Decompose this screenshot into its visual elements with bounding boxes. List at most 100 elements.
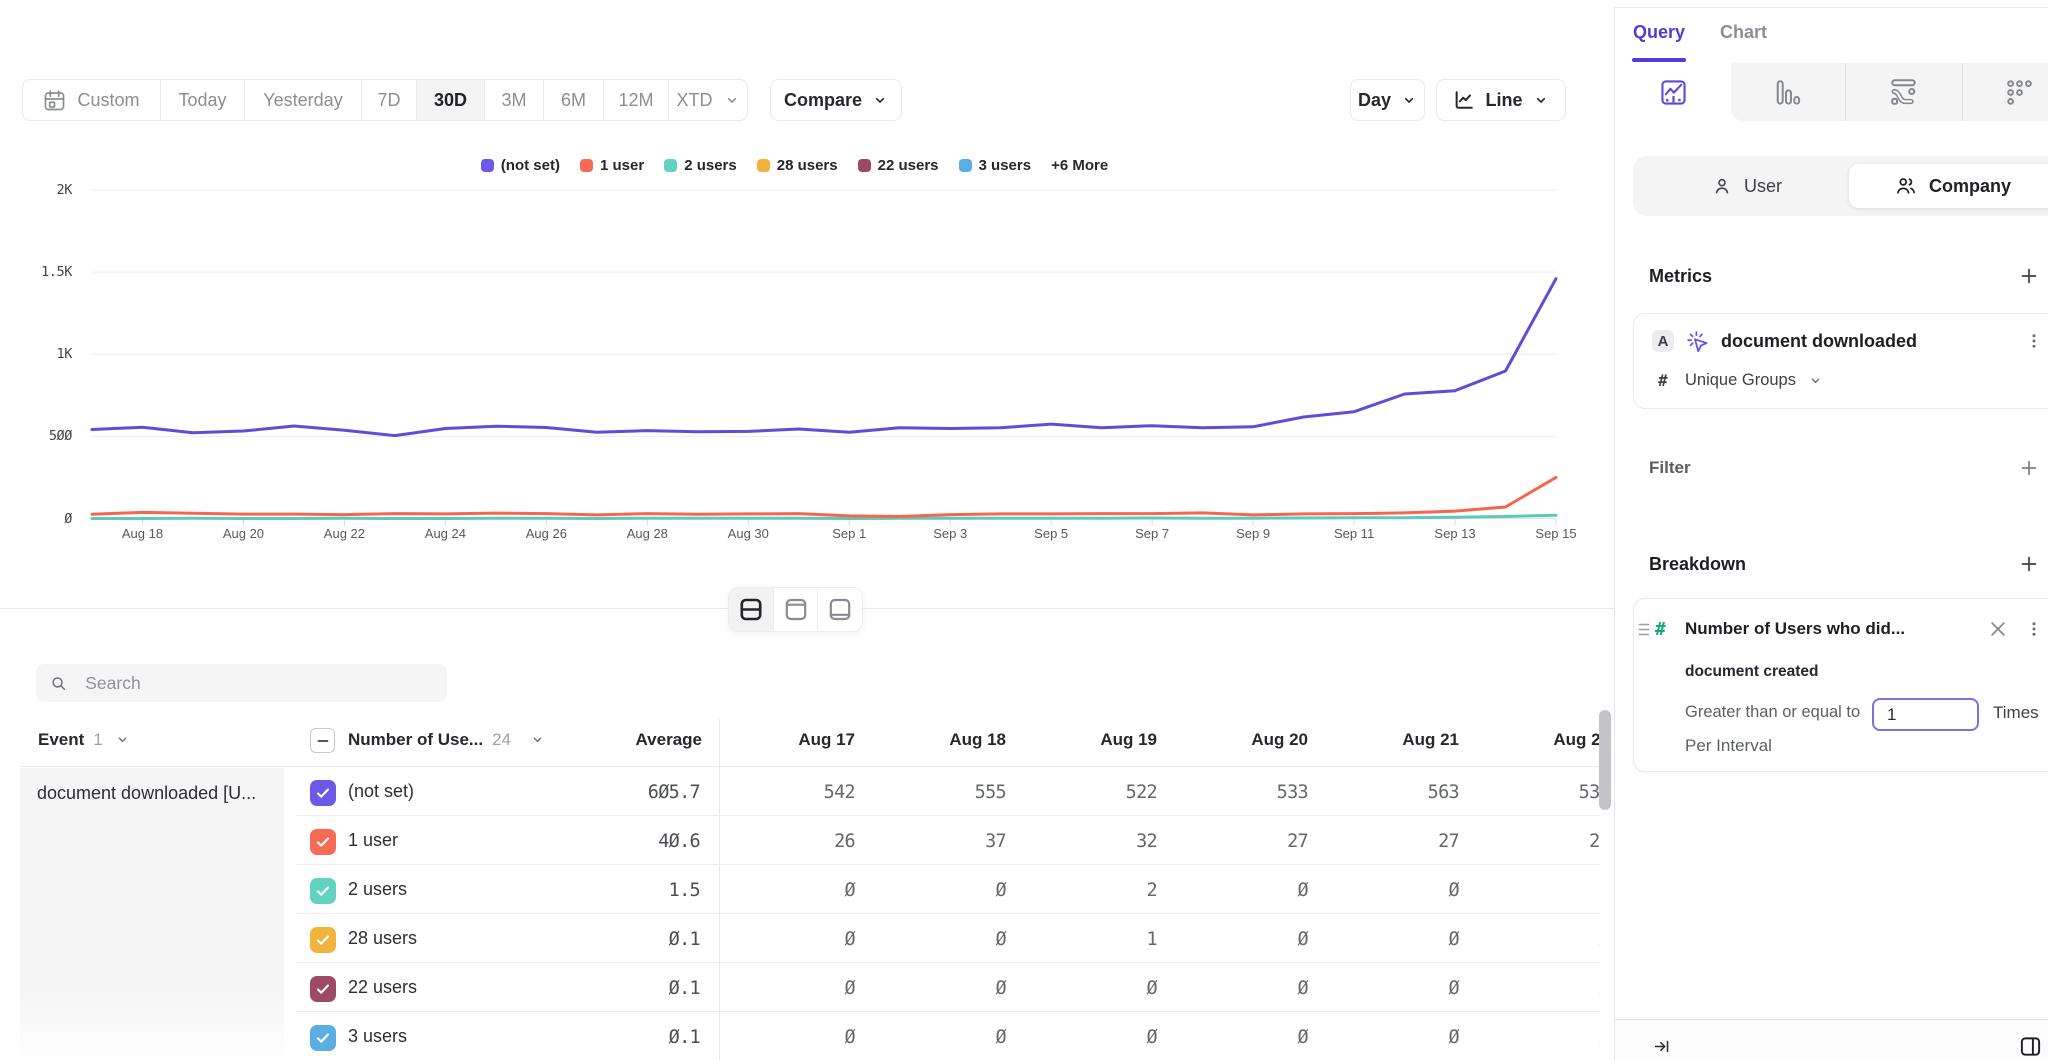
active-tab-underline [1632, 58, 1686, 62]
x-axis-label: Aug 20 [223, 526, 264, 541]
breakdown-table: Event1 Number of Use...24 Average Aug 17… [0, 719, 1600, 1060]
day-value: Ø [1037, 1027, 1157, 1048]
series-checkbox[interactable] [310, 780, 336, 806]
series-checkbox[interactable] [310, 927, 336, 953]
layout-table-only-button[interactable] [818, 588, 862, 631]
day-value: Ø [1490, 978, 1600, 999]
add-breakdown-button[interactable] [2018, 553, 2040, 575]
day-column-header[interactable]: Aug 18 [886, 730, 1006, 750]
day-value: Ø [886, 929, 1006, 950]
day-value: Ø [1339, 929, 1459, 950]
day-value: Ø [1339, 978, 1459, 999]
retention-grid-icon [2007, 80, 2032, 105]
side-panel-icon[interactable] [2019, 1035, 2042, 1058]
table-row: (not set)6Ø5.7542555522533563537 [0, 767, 1600, 816]
series-checkbox[interactable] [310, 878, 336, 904]
day-value: Ø [1188, 929, 1308, 950]
event-count: 1 [93, 730, 102, 749]
times-value-input[interactable] [1872, 698, 1979, 731]
day-value: Ø [1188, 978, 1308, 999]
panel-bottom-bar [1615, 1019, 2048, 1060]
x-axis-label: Sep 11 [1334, 526, 1374, 541]
tab-funnels[interactable] [1731, 63, 1845, 121]
day-value: 32 [1037, 831, 1157, 852]
add-metric-button[interactable] [2018, 265, 2040, 287]
split-view-icon [739, 596, 763, 623]
check-icon [315, 932, 331, 948]
day-value: Ø [735, 880, 855, 901]
series-checkbox[interactable] [310, 1025, 336, 1051]
event-column-header[interactable]: Event1 [38, 730, 130, 750]
tab-chart[interactable]: Chart [1720, 22, 1767, 43]
day-column-header[interactable]: Aug 19 [1037, 730, 1157, 750]
search-bar [36, 664, 447, 702]
day-value: 1 [1490, 880, 1600, 901]
breakdown-event-name: document created [1685, 663, 1819, 681]
day-value: Ø [1339, 880, 1459, 901]
breakdown-column-header[interactable]: Number of Use...24 [348, 730, 545, 750]
tab-flows[interactable] [1845, 63, 1962, 121]
line-chart[interactable] [0, 0, 1614, 560]
day-value: Ø [735, 978, 855, 999]
day-value: Ø [1490, 1027, 1600, 1048]
x-axis-label: Aug 24 [425, 526, 466, 541]
day-value: 537 [1490, 782, 1600, 803]
day-column-header[interactable]: Aug 21 [1339, 730, 1459, 750]
kebab-menu-icon[interactable] [2025, 332, 2043, 350]
day-column-header[interactable]: Aug 22 [1490, 730, 1600, 750]
close-icon[interactable] [1988, 619, 2008, 639]
series-checkbox[interactable] [310, 976, 336, 1002]
scope-user-button[interactable]: User [1712, 156, 1782, 216]
search-input[interactable] [85, 673, 433, 694]
breakdown-heading: Breakdown [1649, 554, 1746, 575]
drag-handle-icon[interactable] [1638, 623, 1653, 636]
event-click-icon [1687, 331, 1708, 352]
breakdown-card[interactable]: # Number of Users who did... document cr… [1633, 598, 2048, 772]
day-value: Ø [1188, 880, 1308, 901]
metric-card[interactable]: A document downloaded # Unique Groups [1633, 313, 2048, 409]
y-axis-label: 1.5K [0, 264, 72, 280]
tab-query[interactable]: Query [1633, 22, 1685, 43]
day-column-header[interactable]: Aug 17 [735, 730, 855, 750]
series-label: 28 users [348, 928, 417, 949]
x-axis-label: Sep 1 [832, 526, 866, 541]
layout-chart-only-button[interactable] [774, 588, 819, 631]
check-icon [315, 785, 331, 801]
x-axis-label: Aug 22 [324, 526, 365, 541]
times-label: Times [1993, 703, 2039, 723]
collapse-panel-icon[interactable] [1653, 1038, 1670, 1055]
series-label: 1 user [348, 830, 398, 851]
x-axis-label: Aug 30 [728, 526, 769, 541]
table-scrollbar[interactable] [1599, 710, 1611, 810]
add-filter-button[interactable] [2018, 457, 2040, 479]
company-icon [1895, 175, 1917, 197]
metric-event-name: document downloaded [1721, 331, 1917, 352]
average-column-header[interactable]: Average [542, 730, 702, 750]
day-value: 26 [735, 831, 855, 852]
select-all-checkbox[interactable] [310, 728, 335, 753]
y-axis-label: 2K [0, 182, 72, 198]
chart-only-icon [784, 596, 808, 623]
day-value: 533 [1188, 782, 1308, 803]
search-icon [50, 674, 67, 693]
day-value: Ø [1339, 1027, 1459, 1048]
metrics-heading: Metrics [1649, 266, 1712, 287]
day-column-header[interactable]: Aug 20 [1188, 730, 1308, 750]
x-axis-label: Aug 26 [526, 526, 567, 541]
y-axis-label: Ø [0, 511, 72, 527]
tab-retention[interactable] [1962, 63, 2048, 121]
kebab-menu-icon[interactable] [2025, 620, 2043, 638]
scope-company-button[interactable]: Company [1895, 156, 2011, 216]
layout-split-button[interactable] [729, 588, 774, 631]
series-checkbox[interactable] [310, 829, 336, 855]
tab-insights[interactable] [1616, 63, 1731, 121]
day-value: 24 [1490, 831, 1600, 852]
series-label: 2 users [348, 879, 407, 900]
day-value: Ø [886, 1027, 1006, 1048]
day-value: Ø [735, 1027, 855, 1048]
hash-icon: # [1658, 371, 1668, 390]
average-value: 4Ø.6 [540, 831, 700, 852]
aggregation-selector[interactable]: Unique Groups [1685, 371, 1823, 390]
indeterminate-icon [316, 734, 330, 748]
day-value: Ø [886, 880, 1006, 901]
